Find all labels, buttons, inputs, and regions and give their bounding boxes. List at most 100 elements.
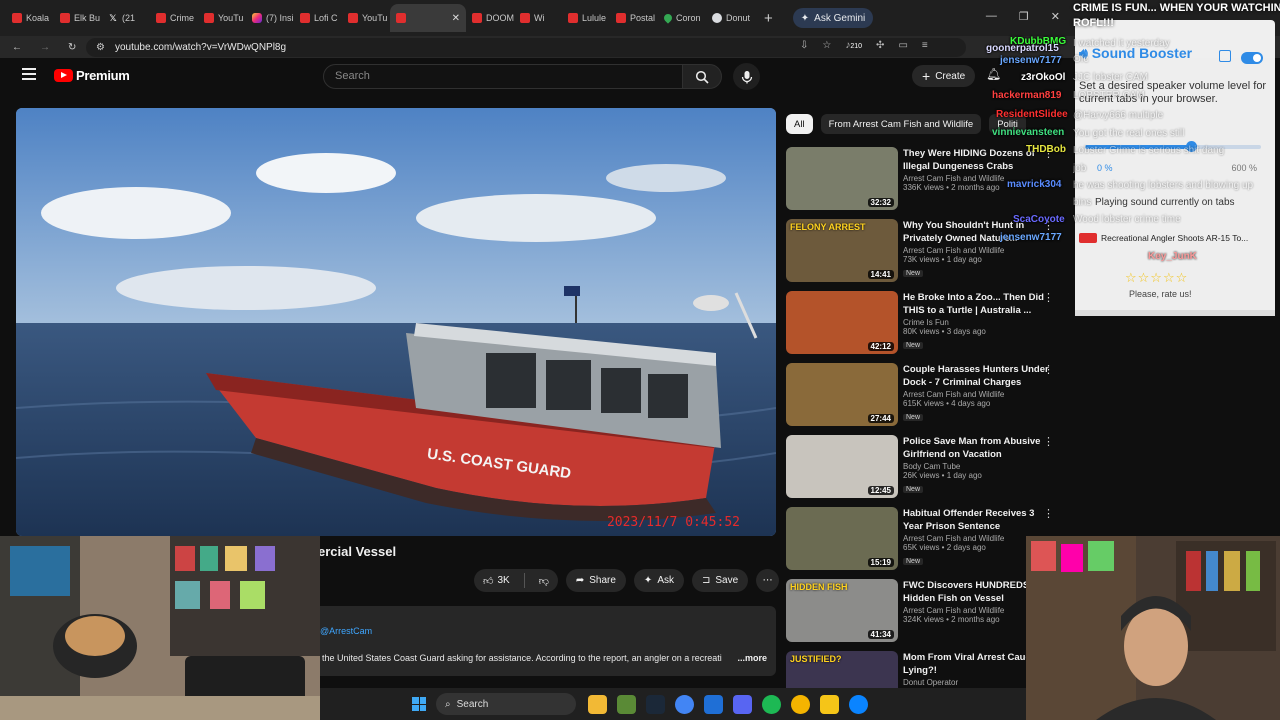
new-badge: New <box>903 558 924 565</box>
browser-tab[interactable]: DOOM <box>466 4 514 32</box>
tab-label: Lulule <box>582 13 607 23</box>
ask-button[interactable]: ✦ Ask <box>633 569 684 592</box>
share-button[interactable]: ➦ Share <box>565 569 626 592</box>
messenger-icon[interactable] <box>849 695 868 714</box>
description-more-link[interactable]: ...more <box>737 653 767 663</box>
tab-label: Elk Bu <box>74 13 101 23</box>
install-app-icon[interactable]: ⇩ <box>800 40 808 51</box>
video-meta: He Broke Into a Zoo... Then Did THIS to … <box>903 291 1053 350</box>
browser-tab[interactable]: Crime <box>150 4 198 32</box>
chat-username: THDBob <box>1026 144 1066 155</box>
filter-chip[interactable]: From Arrest Cam Fish and Wildlife <box>820 114 982 134</box>
video-thumbnail[interactable]: 12:45 <box>786 435 898 498</box>
video-thumbnail[interactable]: 42:12 <box>786 291 898 354</box>
filter-chip[interactable]: All <box>786 114 813 134</box>
close-window-icon[interactable]: ✕ <box>1051 10 1060 23</box>
browser-tab[interactable]: YouTu <box>342 4 390 32</box>
more-vertical-icon[interactable]: ⋮ <box>1043 435 1054 448</box>
video-player[interactable]: U.S. COAST GUARD 2023/11/7 0:45:52 <box>16 108 776 536</box>
video-thumbnail[interactable]: 27:44 <box>786 363 898 426</box>
sidebar-icon[interactable]: ▭ <box>898 40 907 51</box>
extensions-puzzle-icon[interactable]: ✣ <box>876 40 884 51</box>
browser-tab[interactable]: 𝕏 (21 <box>102 4 150 32</box>
search-button[interactable] <box>682 64 722 89</box>
minecraft-icon[interactable] <box>617 695 636 714</box>
more-actions-button[interactable]: ⋯ <box>756 569 780 592</box>
browser-tab[interactable]: Lofi C <box>294 4 342 32</box>
steam-icon[interactable] <box>646 695 665 714</box>
chat-messages-overlay: I watched it yesterday Ofc JJC lobster CAM… <box>1073 0 1280 250</box>
browser-tab[interactable]: YouTu <box>198 4 246 32</box>
description-box[interactable]: @ArrestCam the United States Coast Guard… <box>314 606 776 676</box>
search-input[interactable]: Search <box>323 64 683 89</box>
video-duration: 12:45 <box>867 486 894 495</box>
url-text: youtube.com/watch?v=VrWDwQNPl8g <box>114 42 287 53</box>
reload-icon[interactable]: ↻ <box>68 42 76 53</box>
bluetooth-icon[interactable] <box>704 695 723 714</box>
norton-icon[interactable] <box>820 695 839 714</box>
youtube-premium-logo[interactable]: Premium <box>54 68 130 83</box>
minimize-icon[interactable]: — <box>986 10 997 23</box>
like-button[interactable]: 👍︎ 3K <box>474 569 519 592</box>
browser-tab[interactable]: Wi <box>514 4 562 32</box>
horizontal-scrollbar[interactable] <box>1075 310 1275 316</box>
channel-name[interactable]: Crime Is Fun <box>903 318 1053 327</box>
chrome-canary-icon[interactable] <box>791 695 810 714</box>
spotify-icon[interactable] <box>762 695 781 714</box>
create-button[interactable]: + Create <box>912 65 976 87</box>
video-title: ercial Vessel <box>318 544 397 559</box>
browser-tab[interactable]: Lulule <box>562 4 610 32</box>
instagram-icon <box>252 13 262 23</box>
recommended-video[interactable]: 12:45 Police Save Man from Abusive Girlfr… <box>786 435 1062 507</box>
rating-stars[interactable]: ☆☆☆☆☆ <box>1125 270 1188 286</box>
video-thumbnail[interactable]: FELONY ARREST 14:41 <box>786 219 898 282</box>
browser-tab[interactable]: (7) Insi <box>246 4 294 32</box>
browser-tab[interactable]: ✕ <box>390 4 466 32</box>
chat-username: mavrick304 <box>1007 179 1062 190</box>
video-thumbnail[interactable]: 15:19 <box>786 507 898 570</box>
video-duration: 41:34 <box>867 630 894 639</box>
restore-icon[interactable]: ❐ <box>1019 10 1029 23</box>
file-explorer-icon[interactable] <box>588 695 607 714</box>
channel-handle-link[interactable]: @ArrestCam <box>320 626 372 636</box>
recommended-video[interactable]: 27:44 Couple Harasses Hunters Under Dock … <box>786 363 1062 435</box>
video-thumbnail[interactable]: 32:32 <box>786 147 898 210</box>
new-tab-button[interactable]: + <box>754 10 783 27</box>
bookmark-star-icon[interactable]: ☆ <box>822 40 831 51</box>
hamburger-menu-icon[interactable] <box>22 68 36 80</box>
extension-badge-icon[interactable]: ♪210 <box>845 40 862 51</box>
channel-name[interactable]: Body Cam Tube <box>903 462 1053 471</box>
forward-icon[interactable]: → <box>40 42 50 53</box>
browser-tab[interactable]: Donut <box>706 4 754 32</box>
video-title[interactable]: Police Save Man from Abusive Girlfriend … <box>903 435 1053 461</box>
streamer-webcam <box>1026 536 1280 720</box>
video-title[interactable]: He Broke Into a Zoo... Then Did THIS to … <box>903 291 1053 317</box>
channel-name[interactable]: Arrest Cam Fish and Wildlife <box>903 390 1053 399</box>
more-vertical-icon[interactable]: ⋮ <box>1043 291 1054 304</box>
discord-icon[interactable] <box>733 695 752 714</box>
save-button[interactable]: ⊐ Save <box>691 569 749 592</box>
more-vertical-icon[interactable]: ⋮ <box>1043 507 1054 520</box>
browser-tab[interactable]: Postal <box>610 4 658 32</box>
chrome-icon[interactable] <box>675 695 694 714</box>
recommended-video[interactable]: HIDDEN FISH 41:34 FWC Discovers HUNDREDS o… <box>786 579 1062 651</box>
back-icon[interactable]: ← <box>12 42 22 53</box>
channel-name[interactable]: Arrest Cam Fish and Wildlife <box>903 246 1053 255</box>
browser-tab[interactable]: Koala <box>6 4 54 32</box>
video-thumbnail[interactable]: HIDDEN FISH 41:34 <box>786 579 898 642</box>
video-title[interactable]: Habitual Offender Receives 3 Year Prison… <box>903 507 1053 533</box>
ask-gemini-button[interactable]: ✦ Ask Gemini <box>792 8 874 28</box>
more-vertical-icon[interactable]: ⋮ <box>1043 363 1054 376</box>
site-info-icon[interactable]: ⚙ <box>96 42 105 53</box>
recommended-video[interactable]: 42:12 He Broke Into a Zoo... Then Did THI… <box>786 291 1062 363</box>
dislike-button[interactable]: 👎︎ <box>530 569 558 592</box>
close-tab-icon[interactable]: ✕ <box>452 13 460 24</box>
windows-start-icon[interactable] <box>412 697 426 711</box>
browser-tab[interactable]: Coron <box>658 4 706 32</box>
video-title[interactable]: Couple Harasses Hunters Under Dock - 7 C… <box>903 363 1053 389</box>
recommended-video[interactable]: 15:19 Habitual Offender Receives 3 Year P… <box>786 507 1062 579</box>
reading-list-icon[interactable]: ≡ <box>922 40 928 51</box>
browser-tab[interactable]: Elk Bu <box>54 4 102 32</box>
voice-search-button[interactable] <box>733 63 760 90</box>
taskbar-search[interactable]: ⌕ Search <box>436 693 576 715</box>
